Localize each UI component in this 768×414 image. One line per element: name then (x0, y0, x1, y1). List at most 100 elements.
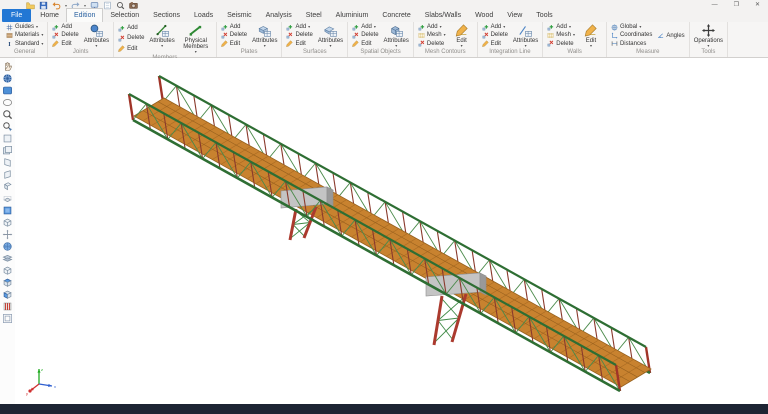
svg-text:I: I (8, 42, 11, 47)
delete-icon (547, 40, 554, 47)
close-button[interactable]: ✕ (755, 2, 760, 8)
tab-view[interactable]: View (500, 9, 529, 22)
tab-file[interactable]: File (2, 9, 32, 22)
tab-seismic[interactable]: Seismic (220, 9, 259, 22)
tab-selection[interactable]: Selection (103, 9, 146, 22)
button-add[interactable]: Add (220, 23, 248, 31)
tab-concrete[interactable]: Concrete (375, 9, 417, 22)
button-column: Add Delete Edit (51, 23, 79, 48)
pan-button[interactable] (2, 61, 13, 72)
button-edit[interactable]: Edit ▾ (450, 23, 474, 48)
button-delete[interactable]: Delete (481, 31, 509, 39)
workspace: z x y (0, 58, 768, 404)
attributes-icon (324, 24, 337, 37)
workplane-frame-button[interactable] (2, 313, 13, 324)
button-edit[interactable]: Edit (220, 40, 248, 48)
button-distances[interactable]: Distances (610, 40, 653, 48)
zoom-fit-button[interactable] (2, 229, 13, 240)
button-label: Global (619, 24, 638, 31)
button-delete[interactable]: Delete (285, 31, 313, 39)
view-toolbar (0, 58, 15, 404)
button-standard[interactable]: I Standard ▾ (5, 40, 44, 48)
button-add[interactable]: Add ▾ (546, 23, 576, 31)
ribbon-group-general: Guides ▾ Materials ▾ I Standard ▾ General (2, 22, 49, 57)
edit-icon (52, 40, 59, 48)
tab-sections[interactable]: Sections (146, 9, 187, 22)
button-physical-members[interactable]: Physical Members ▾ (179, 23, 213, 54)
button-attributes[interactable]: Attributes ▾ (512, 23, 539, 48)
view-axonometric-button[interactable] (2, 217, 13, 228)
button-add[interactable]: Add ▾ (351, 23, 379, 31)
button-global[interactable]: Global ▾ (610, 23, 653, 31)
view-left-button[interactable] (2, 157, 13, 168)
distances-icon (611, 40, 618, 47)
button-add[interactable]: Add ▾ (481, 23, 509, 31)
view-back-button[interactable] (2, 145, 13, 156)
button-delete[interactable]: Delete (220, 31, 248, 39)
tab-slabs-walls[interactable]: Slabs/Walls (418, 9, 468, 22)
tab-wood[interactable]: Wood (468, 9, 500, 22)
model-viewport[interactable]: z x y (15, 58, 768, 404)
render-mode-button[interactable] (2, 241, 13, 252)
button-edit[interactable]: Edit (351, 40, 379, 48)
application-window: ▾ ▾ — ❐ ✕ File Home Edition Selection Sections L… (0, 0, 768, 414)
view-iso-button[interactable] (2, 205, 13, 216)
ribbon-tab-bar: File Home Edition Selection Sections Loads Sei… (2, 8, 560, 22)
button-attributes[interactable]: Attributes ▾ (383, 23, 410, 48)
button-add[interactable]: Add ▾ (285, 23, 313, 31)
delete-icon (418, 40, 425, 47)
button-attributes[interactable]: Attributes ▾ (83, 23, 110, 48)
button-delete[interactable]: Delete (417, 40, 447, 48)
button-edit[interactable]: Edit (285, 40, 313, 48)
display-stack-button[interactable] (2, 253, 13, 264)
display-shaded-button[interactable] (2, 277, 13, 288)
display-wireframe-button[interactable] (2, 265, 13, 276)
tab-steel[interactable]: Steel (299, 9, 329, 22)
button-attributes[interactable]: Attributes ▾ (317, 23, 344, 48)
ribbon-group-spatial-objects: Add ▾ Delete Edit Attributes ▾ Spatial Objects (348, 22, 414, 57)
minimize-button[interactable]: — (712, 2, 718, 8)
button-operations[interactable]: Operations ▾ (693, 23, 724, 48)
button-mesh[interactable]: Mesh ▾ (546, 31, 576, 39)
view-front-button[interactable] (2, 133, 13, 144)
group-label: Mesh Contours (424, 49, 466, 55)
button-mesh[interactable]: Mesh ▾ (417, 31, 447, 39)
tab-tools[interactable]: Tools (529, 9, 559, 22)
tab-loads[interactable]: Loads (187, 9, 220, 22)
button-angles[interactable]: Angles (656, 32, 685, 40)
tab-aluminium[interactable]: Aluminium (329, 9, 376, 22)
button-edit[interactable]: Edit (51, 40, 79, 48)
chevron-down-icon: ▾ (41, 32, 44, 38)
button-attributes[interactable]: Attributes ▾ (148, 23, 175, 54)
button-attributes[interactable]: Attributes ▾ (251, 23, 278, 48)
view-top-button[interactable] (2, 181, 13, 192)
button-materials[interactable]: Materials ▾ (5, 31, 44, 39)
button-edit[interactable]: Edit ▾ (579, 23, 603, 48)
view-bottom-button[interactable] (2, 193, 13, 204)
display-solid-button[interactable] (2, 289, 13, 300)
button-delete[interactable]: Delete (51, 31, 79, 39)
button-label: Edit (61, 40, 72, 47)
zoom-in-button[interactable] (2, 109, 13, 120)
zoom-ellipse-button[interactable] (2, 97, 13, 108)
button-coordinates[interactable]: Coordinates (610, 31, 653, 39)
tab-analysis[interactable]: Analysis (259, 9, 299, 22)
button-add[interactable]: Add ▾ (417, 23, 447, 31)
button-add[interactable]: Add (117, 24, 145, 32)
orbit-button[interactable] (2, 73, 13, 84)
view-right-button[interactable] (2, 169, 13, 180)
button-delete[interactable]: Delete (351, 31, 379, 39)
restore-button[interactable]: ❐ (734, 2, 739, 8)
button-guides[interactable]: Guides ▾ (5, 23, 44, 31)
button-edit[interactable]: Edit (117, 45, 145, 53)
section-cut-button[interactable] (2, 301, 13, 312)
tab-edition[interactable]: Edition (65, 8, 104, 22)
attributes-icon (156, 24, 169, 37)
zoom-window-button[interactable] (2, 85, 13, 96)
button-delete[interactable]: Delete (546, 40, 576, 48)
button-delete[interactable]: Delete (117, 34, 145, 42)
tab-home[interactable]: Home (33, 9, 66, 22)
button-edit[interactable]: Edit (481, 40, 509, 48)
button-add[interactable]: Add (51, 23, 79, 31)
zoom-selection-button[interactable] (2, 121, 13, 132)
